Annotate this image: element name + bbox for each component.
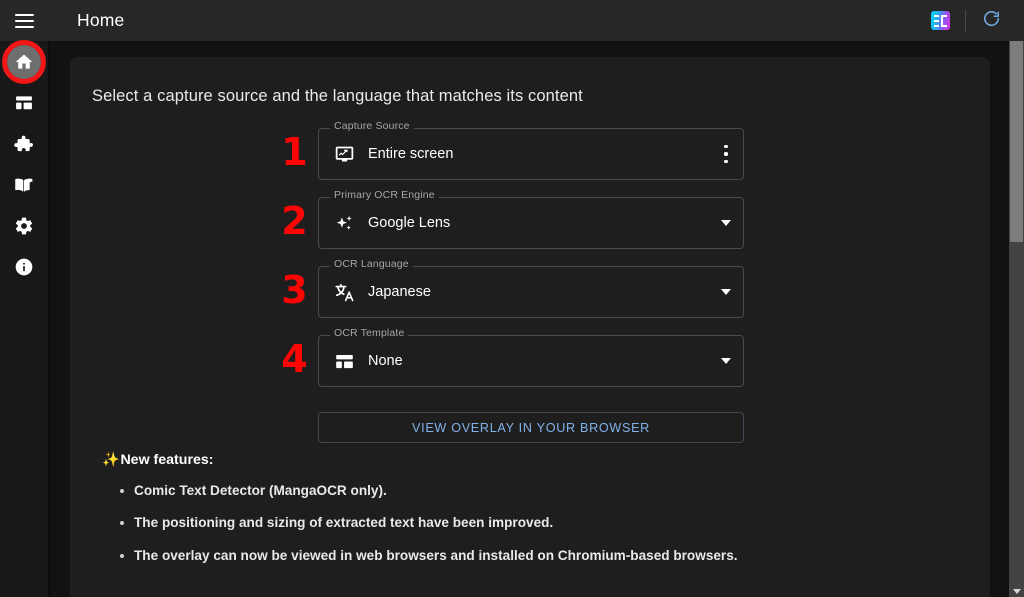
sidebar-nav-rail	[0, 41, 48, 597]
sidebar-item-about[interactable]	[0, 246, 48, 287]
chevron-down-icon	[721, 289, 731, 295]
step-number-1: 1	[281, 130, 307, 174]
list-item: The positioning and sizing of extracted …	[120, 514, 990, 532]
primary-ocr-engine-value: Google Lens	[368, 215, 451, 231]
step-number-3: 3	[281, 268, 307, 312]
capture-source-select[interactable]: Capture Source Entire screen	[318, 121, 744, 180]
gear-icon	[14, 216, 34, 236]
dashboard-icon	[14, 93, 34, 113]
capture-source-value: Entire screen	[368, 146, 454, 162]
screen-share-icon	[333, 143, 355, 165]
hamburger-menu-icon	[14, 13, 34, 28]
scroll-down-arrow-icon[interactable]	[1011, 587, 1022, 596]
sidebar-item-dashboard[interactable]	[0, 82, 48, 123]
card-heading: Select a capture source and the language…	[92, 87, 583, 105]
chevron-down-icon	[721, 220, 731, 226]
primary-ocr-engine-select[interactable]: Primary OCR Engine Google Lens	[318, 190, 744, 249]
chevron-down-icon	[721, 358, 731, 364]
vertical-scrollbar[interactable]	[1009, 41, 1024, 597]
app-logo-icon	[930, 11, 950, 30]
refresh-button[interactable]	[972, 2, 1010, 40]
ocr-language-value: Japanese	[368, 284, 431, 300]
auto-awesome-icon	[333, 212, 355, 234]
ocr-template-label: OCR Template	[330, 328, 409, 339]
app-bar-divider	[965, 9, 966, 32]
app-window: Home Select a capture source and the lan…	[0, 0, 1024, 597]
release-notes-title: ✨ New features:	[102, 452, 990, 468]
menu-toggle-button[interactable]	[0, 0, 48, 41]
sparkles-icon: ✨	[102, 452, 120, 468]
app-bar-actions	[921, 0, 1024, 41]
dashboard-icon	[333, 350, 355, 372]
ocr-template-select[interactable]: OCR Template None	[318, 328, 744, 387]
sidebar-item-extensions[interactable]	[0, 123, 48, 164]
step-number-2: 2	[281, 199, 307, 243]
capture-source-label: Capture Source	[330, 121, 414, 132]
main-content: Select a capture source and the language…	[48, 41, 1024, 597]
release-notes: ✨ New features: Comic Text Detector (Man…	[70, 452, 990, 565]
ocr-language-dropdown-button[interactable]	[709, 289, 743, 295]
more-vert-icon	[724, 145, 728, 163]
capture-settings-card: Select a capture source and the language…	[70, 57, 990, 597]
refresh-icon	[982, 9, 1001, 33]
capture-form: 1 Capture Source Entire screen 2 Primary…	[70, 121, 990, 452]
book-icon	[14, 175, 34, 195]
top-app-bar: Home	[0, 0, 1024, 41]
page-title: Home	[77, 10, 125, 30]
puzzle-icon	[14, 134, 34, 154]
home-icon	[14, 52, 34, 72]
release-notes-title-text: New features:	[120, 452, 214, 468]
step-number-4: 4	[281, 337, 307, 381]
sidebar-item-settings[interactable]	[0, 205, 48, 246]
ocr-language-label: OCR Language	[330, 259, 413, 270]
sidebar-item-home[interactable]	[0, 41, 48, 82]
info-icon	[14, 257, 34, 277]
scrollbar-thumb[interactable]	[1010, 41, 1023, 242]
field-row-ocr-language: 3 OCR Language Japanese	[70, 259, 990, 335]
primary-ocr-engine-dropdown-button[interactable]	[709, 220, 743, 226]
app-logo-button[interactable]	[921, 2, 959, 40]
release-notes-list: Comic Text Detector (MangaOCR only). The…	[102, 482, 990, 565]
view-overlay-button[interactable]: VIEW OVERLAY IN YOUR BROWSER	[318, 412, 744, 443]
field-row-capture-source: 1 Capture Source Entire screen	[70, 121, 990, 197]
translate-icon	[333, 281, 355, 303]
capture-source-more-button[interactable]	[709, 145, 743, 163]
ocr-template-dropdown-button[interactable]	[709, 358, 743, 364]
sidebar-item-guide[interactable]	[0, 164, 48, 205]
rail-edge-shadow	[48, 41, 51, 597]
list-item: The overlay can now be viewed in web bro…	[120, 547, 990, 565]
ocr-template-value: None	[368, 353, 403, 369]
primary-ocr-engine-label: Primary OCR Engine	[330, 190, 439, 201]
ocr-language-select[interactable]: OCR Language Japanese	[318, 259, 744, 318]
field-row-ocr-engine: 2 Primary OCR Engine Google Lens	[70, 190, 990, 266]
list-item: Comic Text Detector (MangaOCR only).	[120, 482, 990, 500]
field-row-ocr-template: 4 OCR Template None	[70, 328, 990, 404]
